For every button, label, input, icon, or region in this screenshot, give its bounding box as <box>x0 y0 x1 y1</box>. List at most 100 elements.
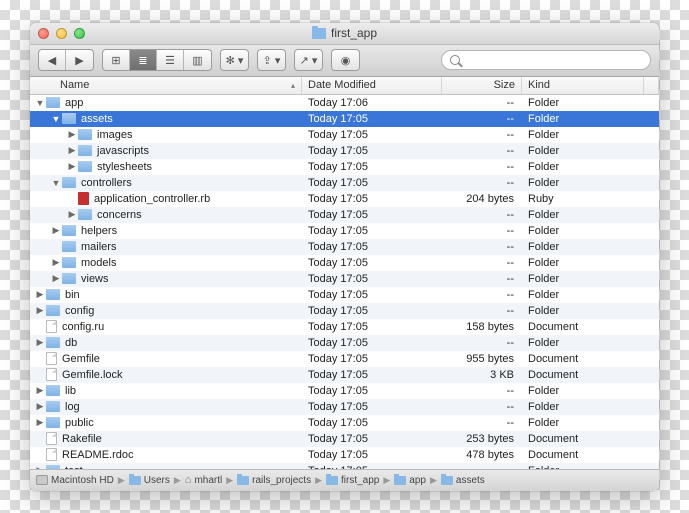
file-row[interactable]: ▼controllersToday 17:05--Folder <box>30 175 659 191</box>
search-input[interactable] <box>464 54 642 66</box>
disclosure-triangle <box>36 323 44 331</box>
file-row[interactable]: ▶libToday 17:05--Folder <box>30 383 659 399</box>
file-size: -- <box>442 241 522 253</box>
close-button[interactable] <box>38 28 49 39</box>
crumb-label: rails_projects <box>252 475 311 486</box>
file-kind: Folder <box>522 257 659 269</box>
file-row[interactable]: ▶helpersToday 17:05--Folder <box>30 223 659 239</box>
folder-icon <box>46 337 60 348</box>
file-row[interactable]: RakefileToday 17:05253 bytesDocument <box>30 431 659 447</box>
path-bar: Macintosh HD▶Users▶⌂mhartl▶rails_project… <box>30 469 659 491</box>
view-mode-2[interactable]: ☰ <box>157 50 184 70</box>
doc-icon <box>46 320 57 333</box>
disclosure-triangle[interactable]: ▶ <box>68 131 76 139</box>
disclosure-triangle[interactable]: ▶ <box>36 291 44 299</box>
doc-icon <box>46 368 57 381</box>
path-crumb[interactable]: assets <box>441 475 485 486</box>
path-crumb[interactable]: Users <box>129 475 170 486</box>
path-separator: ▶ <box>116 475 127 486</box>
file-row[interactable]: ▶binToday 17:05--Folder <box>30 287 659 303</box>
title-bar[interactable]: first_app <box>30 23 659 45</box>
file-row[interactable]: ▶logToday 17:05--Folder <box>30 399 659 415</box>
file-date: Today 17:05 <box>302 305 442 317</box>
view-switcher: ⊞≣☰▥ <box>102 49 212 71</box>
file-row[interactable]: ▶imagesToday 17:05--Folder <box>30 127 659 143</box>
file-row[interactable]: ▼assetsToday 17:05--Folder <box>30 111 659 127</box>
file-row[interactable]: ▶publicToday 17:05--Folder <box>30 415 659 431</box>
file-row[interactable]: ▶stylesheetsToday 17:05--Folder <box>30 159 659 175</box>
col-name-header[interactable]: Name▴ <box>30 77 302 94</box>
view-mode-1[interactable]: ≣ <box>130 50 157 70</box>
path-crumb[interactable]: ⌂mhartl <box>185 474 222 486</box>
disclosure-triangle[interactable]: ▶ <box>36 403 44 411</box>
file-row[interactable]: ▶modelsToday 17:05--Folder <box>30 255 659 271</box>
col-size-header[interactable]: Size <box>442 77 522 94</box>
file-row[interactable]: ▶javascriptsToday 17:05--Folder <box>30 143 659 159</box>
arrange-menu[interactable]: ✻ ▾ <box>220 49 249 71</box>
disclosure-triangle[interactable]: ▶ <box>52 275 60 283</box>
disclosure-triangle[interactable]: ▼ <box>36 99 44 107</box>
file-name: config.ru <box>62 321 104 333</box>
disclosure-triangle <box>68 195 76 203</box>
disclosure-triangle[interactable]: ▶ <box>36 307 44 315</box>
share-icon[interactable]: ↗ ▾ <box>295 50 322 70</box>
folder-icon <box>46 385 60 396</box>
file-row[interactable]: GemfileToday 17:05955 bytesDocument <box>30 351 659 367</box>
file-row[interactable]: application_controller.rbToday 17:05204 … <box>30 191 659 207</box>
file-row[interactable]: ▶configToday 17:05--Folder <box>30 303 659 319</box>
disclosure-triangle[interactable]: ▶ <box>52 227 60 235</box>
file-date: Today 17:05 <box>302 385 442 397</box>
col-kind-header[interactable]: Kind <box>522 77 644 94</box>
dropbox-icon[interactable]: ⇪ ▾ <box>258 50 285 70</box>
disclosure-triangle[interactable]: ▼ <box>52 115 60 123</box>
file-size: -- <box>442 113 522 125</box>
file-row[interactable]: config.ruToday 17:05158 bytesDocument <box>30 319 659 335</box>
disclosure-triangle[interactable]: ▶ <box>52 259 60 267</box>
forward-button[interactable]: ▶ <box>66 50 93 70</box>
back-button[interactable]: ◀ <box>39 50 66 70</box>
disclosure-triangle[interactable]: ▶ <box>36 419 44 427</box>
file-kind: Document <box>522 321 659 333</box>
search-field[interactable] <box>441 50 651 70</box>
disclosure-triangle[interactable]: ▶ <box>36 339 44 347</box>
file-row[interactable]: ▶viewsToday 17:05--Folder <box>30 271 659 287</box>
path-crumb[interactable]: app <box>394 475 426 486</box>
file-row[interactable]: README.rdocToday 17:05478 bytesDocument <box>30 447 659 463</box>
minimize-button[interactable] <box>56 28 67 39</box>
disclosure-triangle[interactable]: ▼ <box>52 179 60 187</box>
disclosure-triangle[interactable]: ▶ <box>68 163 76 171</box>
view-mode-3[interactable]: ▥ <box>184 50 211 70</box>
disclosure-triangle[interactable]: ▶ <box>68 147 76 155</box>
path-crumb[interactable]: Macintosh HD <box>36 475 114 486</box>
dropbox-menu[interactable]: ⇪ ▾ <box>257 49 286 71</box>
file-row[interactable]: ▶concernsToday 17:05--Folder <box>30 207 659 223</box>
share-menu[interactable]: ↗ ▾ <box>294 49 323 71</box>
file-row[interactable]: mailersToday 17:05--Folder <box>30 239 659 255</box>
file-size: 158 bytes <box>442 321 522 333</box>
disclosure-triangle <box>36 371 44 379</box>
file-date: Today 17:05 <box>302 129 442 141</box>
disclosure-triangle[interactable]: ▶ <box>36 387 44 395</box>
tags-button[interactable]: ◉ <box>331 49 360 71</box>
gear-icon[interactable]: ✻ ▾ <box>221 50 248 70</box>
file-date: Today 17:05 <box>302 225 442 237</box>
file-name: application_controller.rb <box>94 193 210 205</box>
col-date-header[interactable]: Date Modified <box>302 77 442 94</box>
file-date: Today 17:05 <box>302 417 442 429</box>
file-kind: Folder <box>522 113 659 125</box>
view-mode-0[interactable]: ⊞ <box>103 50 130 70</box>
folder-icon <box>46 465 60 469</box>
zoom-button[interactable] <box>74 28 85 39</box>
file-name: views <box>81 273 109 285</box>
folder-icon <box>62 113 76 124</box>
path-crumb[interactable]: first_app <box>326 475 379 486</box>
file-list[interactable]: ▼appToday 17:06--Folder▼assetsToday 17:0… <box>30 95 659 469</box>
file-row[interactable]: Gemfile.lockToday 17:053 KBDocument <box>30 367 659 383</box>
folder-icon <box>46 305 60 316</box>
disclosure-triangle[interactable]: ▶ <box>68 211 76 219</box>
tag-icon[interactable]: ◉ <box>332 50 359 70</box>
file-row[interactable]: ▼appToday 17:06--Folder <box>30 95 659 111</box>
path-crumb[interactable]: rails_projects <box>237 475 311 486</box>
file-row[interactable]: ▶dbToday 17:05--Folder <box>30 335 659 351</box>
file-size: -- <box>442 401 522 413</box>
